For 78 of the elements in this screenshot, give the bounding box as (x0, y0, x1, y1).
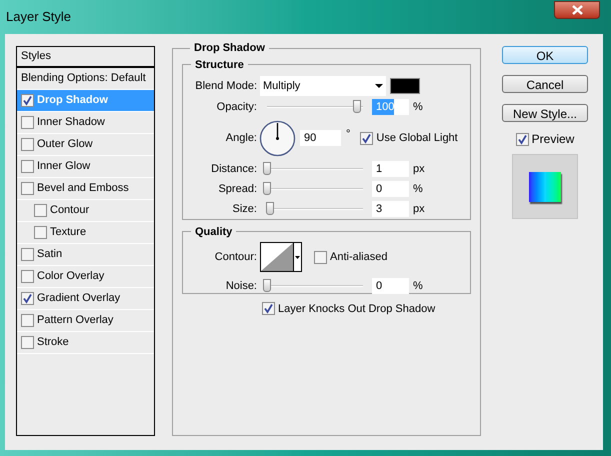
slider-thumb[interactable] (263, 279, 271, 292)
dialog-button[interactable]: Cancel (502, 75, 588, 93)
field-label: Distance: (210, 162, 257, 177)
group-title: Structure (194, 58, 245, 72)
unit-label: % (413, 100, 423, 115)
unit-label: px (413, 202, 425, 217)
checkbox-label: Use Global Light (376, 130, 458, 146)
field-label: Contour: (214, 250, 257, 265)
checkbox[interactable] (360, 132, 374, 144)
slider-thumb[interactable] (266, 202, 274, 215)
checkbox[interactable] (516, 132, 529, 146)
checkbox-label: Layer Knocks Out Drop Shadow (278, 302, 436, 316)
shadow-color-swatch[interactable] (390, 78, 420, 94)
checkbox[interactable] (21, 336, 34, 349)
window-title: Layer Style (6, 8, 72, 26)
value-input[interactable]: 3 (372, 201, 409, 217)
field-label: Size: (232, 202, 257, 217)
style-item[interactable]: Pattern Overlay (17, 310, 154, 332)
checkbox[interactable] (21, 270, 34, 283)
checkbox[interactable] (21, 160, 34, 173)
slider-track[interactable] (263, 202, 363, 216)
style-item[interactable]: Stroke (17, 332, 154, 354)
checkbox[interactable] (21, 138, 34, 151)
close-button[interactable] (554, 1, 600, 19)
value-input[interactable]: 0 (372, 181, 409, 197)
checkbox[interactable] (21, 94, 34, 107)
style-item[interactable]: Gradient Overlay (17, 288, 154, 310)
unit-label: % (413, 278, 423, 294)
checkbox[interactable] (21, 314, 34, 327)
checkbox[interactable] (262, 302, 275, 316)
contour-curve-icon (261, 243, 293, 271)
checkbox-label: Preview (532, 131, 574, 148)
dialog-button[interactable]: New Style... (502, 104, 588, 122)
dropdown-arrow-icon (375, 84, 383, 88)
dropdown-value: Multiply (263, 78, 300, 94)
value-input[interactable]: 0 (372, 278, 409, 294)
field-label: Angle: (224, 130, 257, 146)
dropdown-arrow-icon (295, 256, 300, 258)
field-label: Blend Mode: (194, 78, 257, 94)
contour-picker[interactable] (260, 242, 302, 272)
style-item[interactable]: Contour (17, 200, 154, 222)
field-label: Noise: (224, 278, 257, 294)
style-item[interactable]: Inner Shadow (17, 112, 154, 134)
field-label: Spread: (217, 182, 257, 197)
checkbox[interactable] (314, 250, 327, 264)
checkbox[interactable] (21, 116, 34, 129)
checkbox[interactable] (21, 182, 34, 195)
slider-track[interactable] (263, 162, 363, 176)
checkbox[interactable] (21, 248, 34, 261)
slider-thumb[interactable] (263, 182, 271, 195)
slider-thumb[interactable] (353, 100, 361, 113)
field-label: Opacity: (216, 100, 257, 115)
style-item[interactable]: Texture (17, 222, 154, 244)
style-item[interactable]: Outer Glow (17, 134, 154, 156)
dialog-button[interactable]: OK (502, 46, 588, 64)
style-item[interactable]: Bevel and Emboss (17, 178, 154, 200)
slider-track[interactable] (263, 182, 363, 196)
blend-mode-dropdown[interactable]: Multiply (260, 76, 386, 96)
slider-thumb[interactable] (263, 162, 271, 175)
unit-label: % (413, 182, 423, 197)
close-icon (572, 5, 582, 15)
style-item[interactable]: Inner Glow (17, 156, 154, 178)
checkbox[interactable] (34, 204, 47, 217)
style-item[interactable]: Satin (17, 244, 154, 266)
angle-input[interactable]: 90 (300, 130, 341, 146)
checkbox[interactable] (21, 292, 34, 305)
group-title: Drop Shadow (193, 41, 266, 56)
checkbox[interactable] (34, 226, 47, 239)
unit-label: ° (346, 126, 350, 142)
value-input[interactable]: 1 (372, 161, 409, 177)
group-title: Quality (194, 224, 234, 240)
slider-track[interactable] (263, 279, 363, 293)
angle-dial[interactable] (259, 120, 296, 156)
list-header: Styles (21, 49, 51, 64)
preview-swatch (529, 172, 561, 202)
unit-label: px (413, 162, 425, 177)
checkbox-label: Anti-aliased (330, 250, 388, 265)
style-item[interactable]: Color Overlay (17, 266, 154, 288)
